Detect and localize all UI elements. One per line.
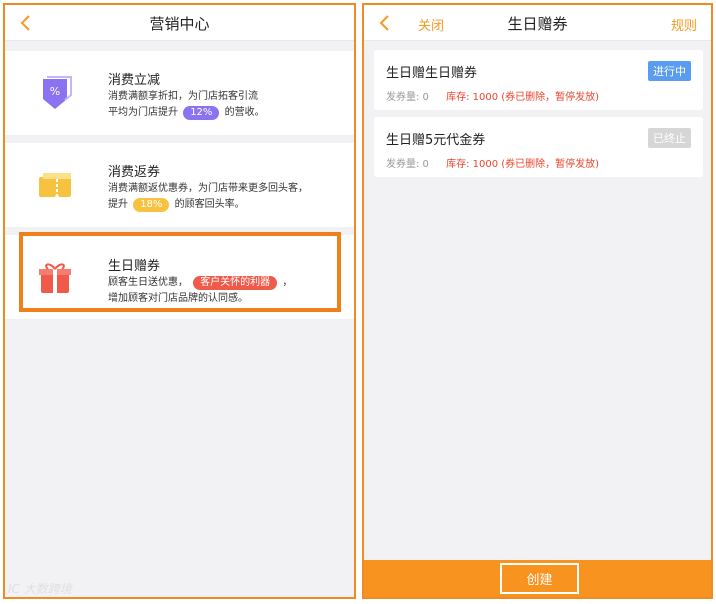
nav-bar: 关闭 生日赠券 规则 xyxy=(364,5,711,41)
page-title: 生日赠券 xyxy=(507,15,568,33)
desc-text: 提升 xyxy=(108,199,128,210)
coupon-title: 生日赠5元代金券 xyxy=(386,133,486,148)
card-title: 消费立减 xyxy=(108,73,161,88)
rules-link[interactable]: 规则 xyxy=(671,15,697,34)
stock-info: 库存: 1000 (券已删除，暂停发放) xyxy=(446,159,600,170)
page-title: 营销中心 xyxy=(149,15,210,33)
coupon-item[interactable]: 生日赠生日赠券 进行中 发券量: 0 库存: 1000 (券已删除，暂停发放) xyxy=(374,50,703,110)
status-badge: 进行中 xyxy=(648,61,691,81)
card-desc-line1: 消费满额返优惠券，为门店带来更多回头客， xyxy=(108,183,308,194)
desc-text: 的顾客回头率。 xyxy=(174,199,245,210)
coupon-icon xyxy=(39,173,71,199)
coupon-item[interactable]: 生日赠5元代金券 已终止 发券量: 0 库存: 1000 (券已删除，暂停发放) xyxy=(374,117,703,177)
nav-bar: 营销中心 xyxy=(5,5,354,41)
marketing-center-screen: 营销中心 % 消费立减 消费满额享折扣，为门店拓客引流 平均为门店提升 12% … xyxy=(3,3,356,599)
card-desc-line2: 平均为门店提升 12% 的营收。 xyxy=(108,104,265,121)
bottom-action-bar: 创建 xyxy=(364,560,711,597)
card-consume-rebate[interactable]: 消费返券 消费满额返优惠券，为门店带来更多回头客， 提升 18% 的顾客回头率。 xyxy=(5,143,354,227)
percent-badge: 12% xyxy=(183,106,220,120)
card-desc-line2: 提升 18% 的顾客回头率。 xyxy=(108,196,245,213)
card-title: 消费返券 xyxy=(108,165,161,180)
desc-text: 的营收。 xyxy=(224,107,265,118)
birthday-coupon-screen: 关闭 生日赠券 规则 生日赠生日赠券 进行中 发券量: 0 库存: 1000 (… xyxy=(362,3,713,599)
create-button[interactable]: 创建 xyxy=(500,563,579,594)
coupon-meta: 发券量: 0 库存: 1000 (券已删除，暂停发放) xyxy=(386,88,599,103)
coupon-title: 生日赠生日赠券 xyxy=(386,66,478,81)
card-desc-line1: 消费满额享折扣，为门店拓客引流 xyxy=(108,91,258,102)
percent-badge: 18% xyxy=(133,198,170,212)
desc-text: 平均为门店提升 xyxy=(108,107,178,118)
watermark: IC 大数跨境 xyxy=(8,582,72,596)
discount-ticket-icon: % xyxy=(43,76,72,109)
svg-text:%: % xyxy=(50,85,60,98)
issued-count: 发券量: 0 xyxy=(386,92,429,103)
coupon-meta: 发券量: 0 库存: 1000 (券已删除，暂停发放) xyxy=(386,155,599,170)
issued-count: 发券量: 0 xyxy=(386,159,429,170)
selection-highlight xyxy=(19,232,341,312)
card-consume-discount[interactable]: % 消费立减 消费满额享折扣，为门店拓客引流 平均为门店提升 12% 的营收。 xyxy=(5,51,354,135)
stock-info: 库存: 1000 (券已删除，暂停发放) xyxy=(446,92,600,103)
status-badge: 已终止 xyxy=(648,128,691,148)
